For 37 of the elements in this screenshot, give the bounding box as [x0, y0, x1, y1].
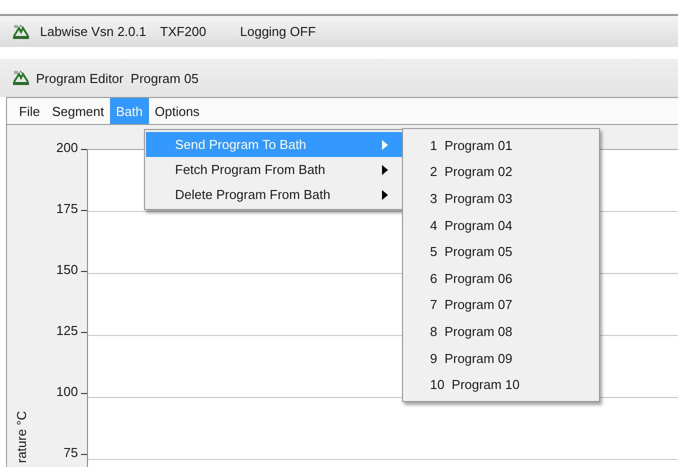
program-option[interactable]: 10 Program 10 [403, 371, 599, 398]
submenu-arrow-icon [382, 164, 388, 174]
menu-option[interactable]: Delete Program From Bath [146, 182, 402, 207]
menu-option[interactable]: Fetch Program From Bath [146, 157, 402, 182]
menu-item[interactable]: File [13, 98, 46, 124]
submenu-arrow-icon [382, 140, 388, 150]
tick-mark [81, 393, 87, 394]
tick-label: 125 [56, 323, 78, 339]
program-option[interactable]: 7 Program 07 [403, 292, 599, 318]
axis-label: rature °C [14, 410, 29, 463]
program-option[interactable]: 2 Program 02 [403, 158, 599, 186]
submenu-arrow-icon [382, 190, 388, 200]
program-option[interactable]: 1 Program 01 [403, 132, 599, 159]
tick-label: 200 [56, 140, 78, 156]
program-option[interactable]: 6 Program 06 [403, 264, 599, 292]
tick-label: 175 [56, 201, 78, 217]
app-logo-icon [12, 70, 30, 86]
tick-mark [81, 454, 87, 455]
tick-mark [81, 332, 87, 333]
tick-mark [81, 210, 87, 211]
program-option[interactable]: 8 Program 08 [403, 318, 599, 345]
tick-mark [81, 271, 87, 272]
window-title: Program Editor Program 05 [36, 70, 199, 86]
program-option[interactable]: 4 Program 04 [403, 212, 599, 238]
app-version: Labwise Vsn 2.0.1 [40, 24, 148, 39]
logging-status: Logging OFF [240, 24, 317, 39]
menu-item[interactable]: Options [148, 98, 206, 124]
program-option[interactable]: 9 Program 09 [403, 344, 599, 372]
tick-label: 100 [56, 384, 78, 400]
menu-item[interactable]: Segment [46, 98, 110, 124]
tick-label: 150 [56, 262, 78, 278]
device-name: TXF200 [160, 24, 208, 39]
tick-label: 75 [64, 445, 78, 461]
app-logo-icon [12, 24, 30, 40]
tick-mark [81, 149, 87, 150]
program-option[interactable]: 5 Program 05 [403, 238, 599, 265]
program-option[interactable]: 3 Program 03 [403, 185, 599, 212]
